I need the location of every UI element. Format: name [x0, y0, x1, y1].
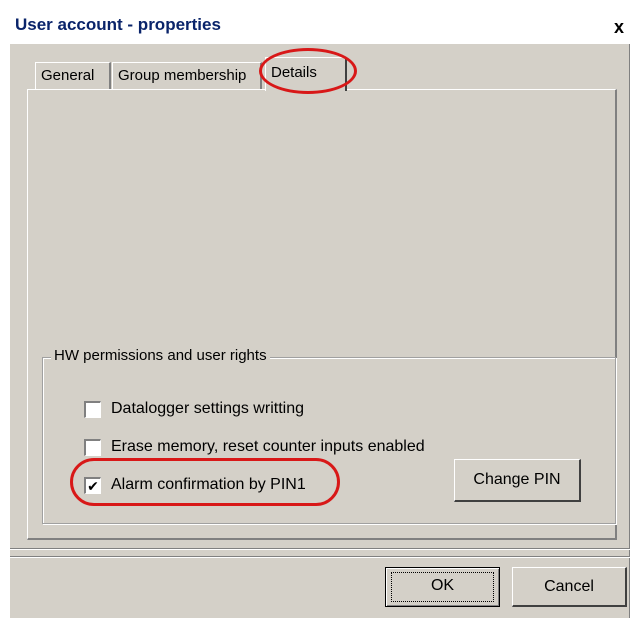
- erase-memory-label[interactable]: Erase memory, reset counter inputs enabl…: [111, 438, 425, 456]
- cancel-button[interactable]: Cancel: [512, 567, 627, 607]
- title-bar: User account - properties x: [10, 10, 630, 44]
- datalogger-settings-checkbox[interactable]: [84, 400, 101, 418]
- window-title: User account - properties: [15, 15, 221, 34]
- footer-separator-lower: [10, 556, 630, 558]
- erase-memory-checkbox[interactable]: [84, 438, 101, 456]
- hw-permissions-legend: HW permissions and user rights: [51, 347, 270, 364]
- tab-strip: General Group membership Details: [10, 44, 630, 94]
- tab-group-membership[interactable]: Group membership: [112, 62, 262, 89]
- datalogger-settings-option[interactable]: Datalogger settings writting: [84, 397, 304, 421]
- datalogger-settings-label[interactable]: Datalogger settings writting: [111, 400, 304, 418]
- alarm-confirmation-option[interactable]: ✔ Alarm confirmation by PIN1: [84, 473, 306, 497]
- erase-memory-option[interactable]: Erase memory, reset counter inputs enabl…: [84, 435, 425, 459]
- tab-general[interactable]: General: [35, 62, 111, 89]
- close-icon[interactable]: x: [608, 16, 630, 38]
- change-pin-button[interactable]: Change PIN: [454, 459, 581, 502]
- footer-separator: [10, 548, 630, 550]
- alarm-confirmation-checkbox[interactable]: ✔: [84, 476, 101, 494]
- checkmark-icon: ✔: [87, 477, 99, 494]
- dialog-window: User account - properties x General Grou…: [10, 10, 630, 618]
- alarm-confirmation-label[interactable]: Alarm confirmation by PIN1: [111, 476, 306, 494]
- tab-details[interactable]: Details: [265, 57, 347, 91]
- ok-button-focus-rect: [391, 572, 494, 602]
- ok-button[interactable]: OK: [385, 567, 500, 607]
